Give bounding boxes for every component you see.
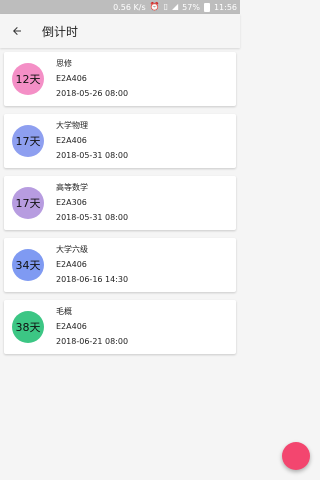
add-fab-button[interactable] [282,442,310,470]
exam-datetime: 2018-05-31 08:00 [56,151,129,160]
network-speed: 0.56 K/s [113,2,146,12]
card-info: 大学六级 E2A406 2018-06-16 14:30 [56,245,128,285]
battery-icon [203,2,210,12]
course-name: 思修 [56,59,72,68]
room-label: E2A406 [56,260,87,269]
status-bar: 0.56 K/s ⏰ ▯ ◢ 57% 11:56 [0,0,240,14]
countdown-card[interactable]: 38天 毛概 E2A406 2018-06-21 08:00 [4,300,236,354]
room-label: E2A406 [56,136,87,145]
room-label: E2A406 [56,322,87,331]
signal-icon: ◢ [172,2,179,11]
course-name: 大学物理 [56,121,88,130]
countdown-card[interactable]: 17天 高等数学 E2A306 2018-05-31 08:00 [4,176,236,230]
countdown-card[interactable]: 17天 大学物理 E2A406 2018-05-31 08:00 [4,114,236,168]
days-badge: 34天 [12,249,44,281]
course-name: 大学六级 [56,245,88,254]
alarm-icon: ⏰ [149,2,160,11]
card-info: 大学物理 E2A406 2018-05-31 08:00 [56,121,128,161]
card-info: 思修 E2A406 2018-05-26 08:00 [56,59,128,99]
back-button[interactable] [10,24,24,38]
days-badge: 17天 [12,125,44,157]
arrow-back-icon [13,27,21,35]
days-badge: 38天 [12,311,44,343]
countdown-list: 12天 思修 E2A406 2018-05-26 08:00 17天 大学物理 E2A406… [0,48,240,354]
page-title: 倒计时 [42,24,79,39]
exam-datetime: 2018-06-21 08:00 [56,337,129,346]
battery-percent: 57% [182,2,200,12]
vibrate-icon: ▯ [163,2,168,11]
countdown-card[interactable]: 34天 大学六级 E2A406 2018-06-16 14:30 [4,238,236,292]
exam-datetime: 2018-05-31 08:00 [56,213,129,222]
exam-datetime: 2018-06-16 14:30 [56,275,129,284]
course-name: 毛概 [56,307,72,316]
room-label: E2A306 [56,198,87,207]
days-badge: 12天 [12,63,44,95]
course-name: 高等数学 [56,183,88,192]
exam-datetime: 2018-05-26 08:00 [56,89,129,98]
days-badge: 17天 [12,187,44,219]
countdown-card[interactable]: 12天 思修 E2A406 2018-05-26 08:00 [4,52,236,106]
clock: 11:56 [213,2,237,12]
card-info: 高等数学 E2A306 2018-05-31 08:00 [56,183,128,223]
app-bar: 倒计时 [0,14,240,48]
card-info: 毛概 E2A406 2018-06-21 08:00 [56,307,128,347]
room-label: E2A406 [56,74,87,83]
